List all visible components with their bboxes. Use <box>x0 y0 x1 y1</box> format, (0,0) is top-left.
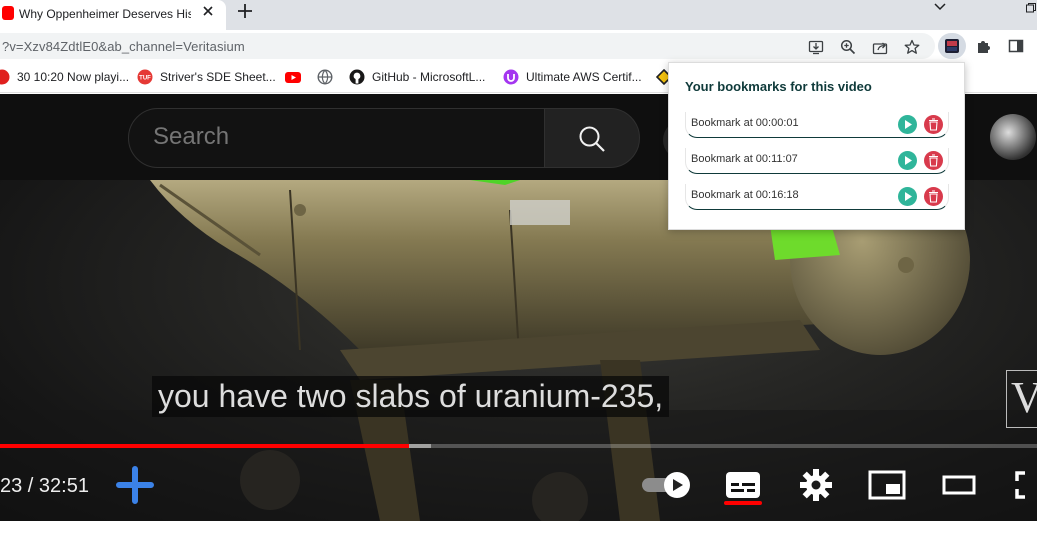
bookmark-now-playing[interactable]: 30 10:20 Now playi... <box>0 69 129 85</box>
github-icon <box>349 69 365 85</box>
progress-bar[interactable] <box>0 444 1037 448</box>
search-input[interactable] <box>153 123 513 151</box>
bookmarks-popup: Your bookmarks for this video Bookmark a… <box>668 62 965 230</box>
bookmark-row: Bookmark at 00:16:18 <box>685 184 949 210</box>
search-button[interactable] <box>544 108 640 168</box>
browser-tab[interactable]: Why Oppenheimer Deserves His <box>0 0 226 30</box>
page-below-video <box>0 521 1037 546</box>
music-icon <box>0 69 10 85</box>
svg-text:TUF: TUF <box>139 76 151 82</box>
settings-gear-icon[interactable] <box>796 465 836 505</box>
extension-logo-icon <box>945 39 959 53</box>
bookmark-label: GitHub - MicrosoftL... <box>372 70 486 84</box>
youtube-favicon-icon <box>2 6 14 20</box>
miniplayer-icon[interactable] <box>867 465 907 505</box>
bookmark-row: Bookmark at 00:00:01 <box>685 112 949 138</box>
time-display: 23 / 32:51 <box>0 475 89 497</box>
new-tab-icon[interactable] <box>236 2 254 20</box>
share-icon[interactable] <box>872 39 888 55</box>
side-panel-icon[interactable] <box>1008 38 1024 54</box>
install-app-icon[interactable] <box>808 39 824 55</box>
trash-icon[interactable] <box>924 187 943 206</box>
add-bookmark-icon[interactable] <box>114 464 154 504</box>
progress-played <box>0 444 409 448</box>
bookmark-row: Bookmark at 00:11:07 <box>685 148 949 174</box>
trash-icon[interactable] <box>924 151 943 170</box>
play-icon[interactable] <box>898 151 917 170</box>
course-icon <box>503 69 519 85</box>
bookmark-aws-course[interactable]: Ultimate AWS Certif... <box>503 69 642 85</box>
bookmark-row-label: Bookmark at 00:11:07 <box>691 153 798 165</box>
tab-strip: Why Oppenheimer Deserves His <box>0 0 1037 30</box>
video-caption: you have two slabs of uranium-235, <box>152 376 670 417</box>
popup-title: Your bookmarks for this video <box>685 79 872 94</box>
chevron-down-icon[interactable] <box>932 0 948 14</box>
extensions-puzzle-icon[interactable] <box>976 38 992 54</box>
search-box[interactable] <box>128 108 545 168</box>
autoplay-toggle[interactable] <box>640 470 696 500</box>
video-player[interactable]: you have two slabs of uranium-235, V 23 … <box>0 180 1037 521</box>
play-icon[interactable] <box>898 187 917 206</box>
captions-icon[interactable] <box>723 465 763 505</box>
bookmark-row-label: Bookmark at 00:16:18 <box>691 189 799 201</box>
url-text[interactable]: ?v=Xzv84ZdtlE0&ab_channel=Veritasium <box>2 39 245 54</box>
bookmark-label: Striver's SDE Sheet... <box>160 70 276 84</box>
channel-watermark[interactable]: V <box>1006 370 1037 428</box>
bookmark-label: 30 10:20 Now playi... <box>17 70 130 84</box>
captions-active-indicator <box>724 501 762 505</box>
trash-icon[interactable] <box>924 115 943 134</box>
browser-toolbar: ?v=Xzv84ZdtlE0&ab_channel=Veritasium <box>0 30 1037 61</box>
tab-title: Why Oppenheimer Deserves His <box>19 7 191 21</box>
bookmark-youtube[interactable] <box>285 69 308 85</box>
close-tab-icon[interactable] <box>200 3 216 19</box>
address-bar[interactable]: ?v=Xzv84ZdtlE0&ab_channel=Veritasium <box>0 33 935 59</box>
bookmark-label: Ultimate AWS Certif... <box>526 70 642 84</box>
restore-window-icon[interactable] <box>1025 2 1037 14</box>
star-icon[interactable] <box>904 39 920 55</box>
bookmark-github[interactable]: GitHub - MicrosoftL... <box>349 69 485 85</box>
search-icon <box>579 126 605 152</box>
globe-icon <box>317 69 333 85</box>
bookmark-strivers-sheet[interactable]: TUF Striver's SDE Sheet... <box>137 69 276 85</box>
tuf-icon: TUF <box>137 69 153 85</box>
play-icon[interactable] <box>898 115 917 134</box>
bookmark-extension-button[interactable] <box>938 33 966 59</box>
youtube-icon <box>285 69 301 85</box>
fullscreen-icon[interactable] <box>1013 465 1037 505</box>
avatar[interactable] <box>990 114 1036 160</box>
theater-mode-icon[interactable] <box>939 465 979 505</box>
bookmark-globe[interactable] <box>317 69 340 85</box>
zoom-icon[interactable] <box>840 39 856 55</box>
bookmark-row-label: Bookmark at 00:00:01 <box>691 117 799 129</box>
